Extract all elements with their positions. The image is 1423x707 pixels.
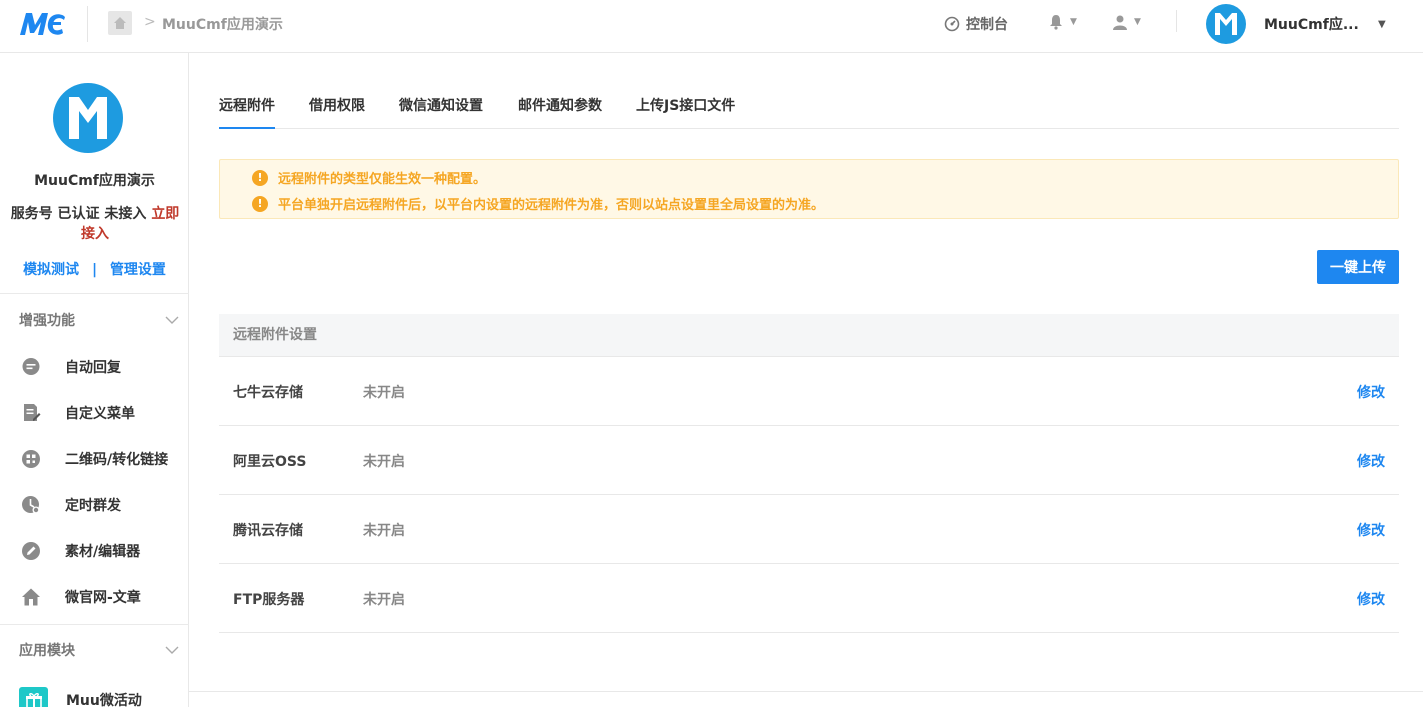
bell-icon	[1050, 15, 1062, 30]
tab-remote-attachment[interactable]: 远程附件	[219, 95, 275, 129]
account-switcher[interactable]: MuuCmf应... ▼	[1206, 4, 1386, 44]
settings-tabs: 远程附件 借用权限 微信通知设置 邮件通知参数 上传JS接口文件	[219, 95, 1399, 129]
muucmf-logo[interactable]	[18, 11, 66, 37]
chevron-down-icon	[165, 646, 179, 654]
tab-upload-js-file[interactable]: 上传JS接口文件	[636, 95, 735, 129]
chevron-down-icon: ▼	[1134, 17, 1141, 27]
one-click-upload-button[interactable]: 一键上传	[1317, 250, 1399, 284]
group-apps-header[interactable]: 应用模块	[19, 640, 179, 660]
group-enhance-header[interactable]: 增强功能	[19, 310, 179, 330]
top-bar: > MuuCmf应用演示 控制台 ▼ ▼ MuuCmf应... ▼	[0, 0, 1423, 53]
tab-email-notification[interactable]: 邮件通知参数	[518, 95, 602, 129]
breadcrumb-title[interactable]: MuuCmf应用演示	[162, 14, 283, 34]
table-header: 远程附件设置	[219, 314, 1399, 357]
home-icon	[114, 17, 126, 29]
warning-notice: ! 远程附件的类型仅能生效一种配置。 ! 平台单独开启远程附件后，以平台内设置的…	[219, 159, 1399, 219]
storage-status: 未开启	[363, 523, 405, 539]
sidebar-item-label: Muu微活动	[66, 693, 142, 707]
sidebar: MuuCmf应用演示 服务号 已认证 未接入 立即接入 模拟测试 | 管理设置 …	[0, 53, 189, 707]
sidebar-item-auto-reply[interactable]: 自动回复	[21, 357, 121, 377]
tab-wechat-notification[interactable]: 微信通知设置	[399, 95, 483, 129]
storage-name: FTP服务器	[233, 592, 305, 608]
home-icon	[21, 587, 41, 607]
edit-link[interactable]: 修改	[1357, 451, 1385, 471]
sidebar-account-name: MuuCmf应用演示	[34, 173, 155, 189]
notifications-menu[interactable]: ▼	[1048, 14, 1077, 30]
sidebar-item-muu-activity[interactable]: Muu微活动	[19, 687, 142, 707]
clock-icon	[21, 495, 41, 515]
notice-line: ! 远程附件的类型仅能生效一种配置。	[252, 168, 486, 187]
sidebar-item-label: 二维码/转化链接	[65, 452, 169, 468]
simulate-test-link[interactable]: 模拟测试	[23, 262, 79, 278]
edit-document-icon	[21, 403, 41, 423]
edit-link[interactable]: 修改	[1357, 520, 1385, 540]
user-icon	[1113, 15, 1127, 30]
account-logo	[53, 83, 123, 153]
account-name: MuuCmf应...	[1264, 17, 1359, 33]
account-status: 服务号 已认证 未接入 立即接入	[10, 204, 180, 244]
home-button[interactable]	[108, 11, 132, 35]
sidebar-item-label: 定时群发	[65, 498, 121, 514]
notice-text: 远程附件的类型仅能生效一种配置。	[278, 172, 487, 187]
sidebar-item-label: 微官网-文章	[65, 590, 141, 606]
link-separator: |	[91, 262, 98, 278]
topbar-divider	[1176, 10, 1177, 32]
gift-icon	[19, 687, 48, 707]
manage-settings-link[interactable]: 管理设置	[110, 262, 166, 278]
notice-line: ! 平台单独开启远程附件后，以平台内设置的远程附件为准，否则以站点设置里全局设置…	[252, 194, 824, 213]
table-row: 七牛云存储 未开启 修改	[219, 357, 1399, 426]
sidebar-item-label: 自动回复	[65, 360, 121, 376]
console-link[interactable]: 控制台	[944, 14, 1008, 34]
chevron-down-icon: ▼	[1070, 17, 1077, 27]
sidebar-quick-links: 模拟测试 | 管理设置	[0, 259, 189, 279]
group-enhance-label: 增强功能	[19, 313, 75, 329]
console-label: 控制台	[966, 17, 1008, 33]
table-row: 腾讯云存储 未开启 修改	[219, 495, 1399, 564]
warning-icon: !	[252, 195, 268, 212]
table-row: FTP服务器 未开启 修改	[219, 564, 1399, 633]
account-status-text: 服务号 已认证 未接入	[10, 206, 147, 222]
storage-status: 未开启	[363, 385, 405, 401]
account-avatar	[1206, 4, 1246, 44]
chevron-down-icon	[165, 316, 179, 324]
breadcrumb-separator-icon: >	[144, 14, 156, 30]
sidebar-divider	[0, 624, 189, 625]
sidebar-item-qrcode[interactable]: 二维码/转化链接	[21, 449, 168, 469]
footer-divider	[189, 691, 1423, 692]
storage-name: 七牛云存储	[233, 385, 303, 401]
notice-text: 平台单独开启远程附件后，以平台内设置的远程附件为准，否则以站点设置里全局设置的为…	[278, 198, 825, 213]
remote-attachment-table: 远程附件设置 七牛云存储 未开启 修改 阿里云OSS 未开启 修改 腾讯云存储 …	[219, 314, 1399, 633]
table-row: 阿里云OSS 未开启 修改	[219, 426, 1399, 495]
sidebar-divider	[0, 293, 189, 294]
edit-link[interactable]: 修改	[1357, 382, 1385, 402]
edit-link[interactable]: 修改	[1357, 589, 1385, 609]
pencil-icon	[21, 541, 41, 561]
sidebar-item-micro-site-articles[interactable]: 微官网-文章	[21, 587, 141, 607]
user-menu[interactable]: ▼	[1112, 14, 1141, 30]
qrcode-icon	[21, 449, 41, 469]
storage-name: 腾讯云存储	[233, 523, 303, 539]
logo-divider	[87, 6, 88, 42]
group-apps-label: 应用模块	[19, 643, 75, 659]
sidebar-item-label: 自定义菜单	[65, 406, 135, 422]
storage-status: 未开启	[363, 592, 405, 608]
storage-status: 未开启	[363, 454, 405, 470]
sidebar-item-custom-menu[interactable]: 自定义菜单	[21, 403, 135, 423]
chevron-down-icon: ▼	[1378, 18, 1386, 30]
sidebar-item-label: 素材/编辑器	[65, 544, 141, 560]
dashboard-icon	[944, 16, 960, 32]
tab-borrow-permission[interactable]: 借用权限	[309, 95, 365, 129]
sidebar-item-material-editor[interactable]: 素材/编辑器	[21, 541, 140, 561]
chat-bubble-icon	[21, 357, 41, 377]
warning-icon: !	[252, 169, 268, 186]
sidebar-item-scheduled-broadcast[interactable]: 定时群发	[21, 495, 121, 515]
storage-name: 阿里云OSS	[233, 454, 307, 470]
